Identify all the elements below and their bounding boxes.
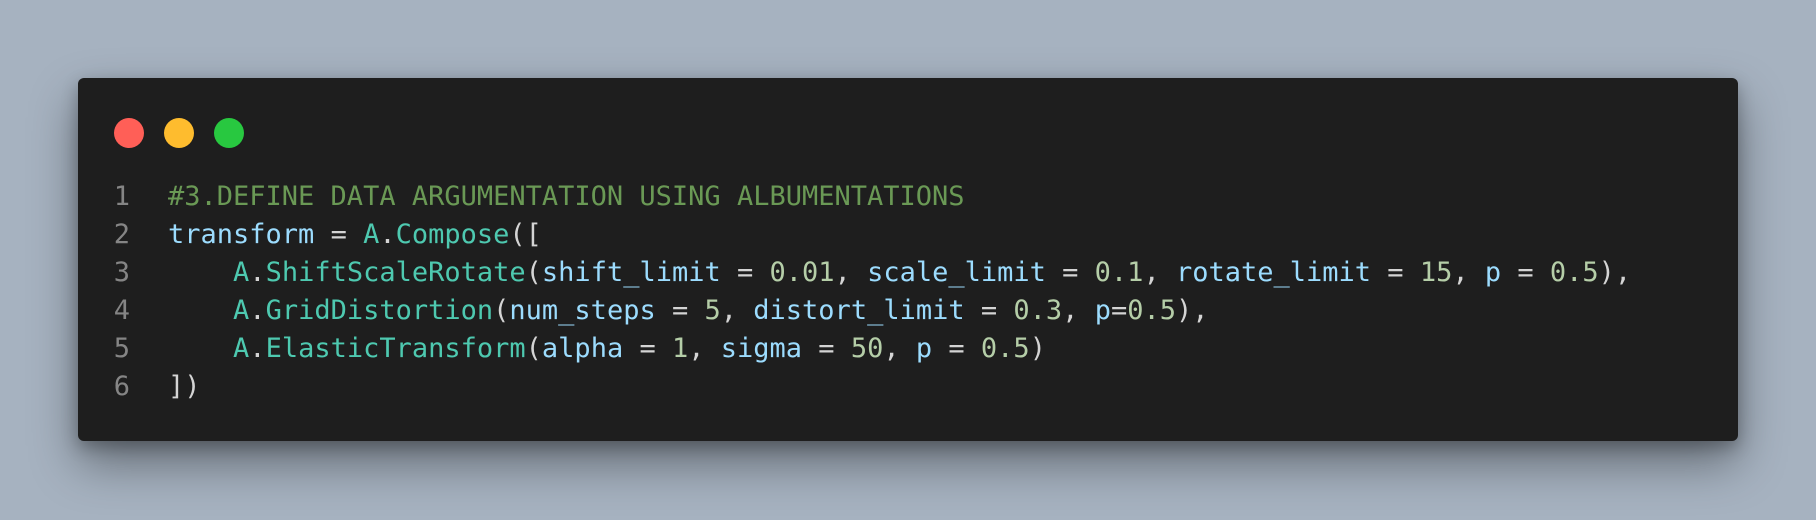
code-line: 6]) bbox=[78, 368, 1631, 406]
code-token: = bbox=[932, 333, 981, 364]
code-token: sigma bbox=[720, 333, 803, 364]
code-token: 0.01 bbox=[769, 257, 835, 288]
window-controls bbox=[114, 118, 264, 148]
code-token: . bbox=[249, 295, 266, 326]
code-token: ([ bbox=[509, 219, 542, 250]
code-line: 2 transform = A.Compose([ bbox=[78, 216, 1631, 254]
code-token: , bbox=[1143, 257, 1176, 288]
code-token: ( bbox=[525, 333, 542, 364]
code-token: rotate_limit bbox=[1175, 257, 1372, 288]
code-token: shift_limit bbox=[541, 257, 721, 288]
code-token: Compose bbox=[395, 219, 510, 250]
code-token: A bbox=[363, 219, 380, 250]
code-token: p bbox=[915, 333, 933, 364]
code-token: 0.5 bbox=[1549, 257, 1599, 288]
line-number: 2 bbox=[113, 219, 130, 250]
code-block: 1 #3.DEFINE DATA ARGUMENTATION USING ALBU… bbox=[78, 178, 1631, 406]
code-token: . bbox=[379, 219, 396, 250]
line-source: A.ShiftScaleRotate(shift_limit = 0.01, s… bbox=[130, 254, 1631, 292]
code-token: = bbox=[1045, 257, 1095, 288]
code-token: ( bbox=[493, 295, 510, 326]
code-token: ]) bbox=[168, 371, 201, 402]
code-token: alpha bbox=[541, 333, 624, 364]
code-token: . bbox=[249, 257, 266, 288]
code-token: 0.5 bbox=[980, 333, 1030, 364]
code-token: A bbox=[233, 257, 250, 288]
code-token: 0.1 bbox=[1094, 257, 1144, 288]
maximize-icon[interactable] bbox=[214, 118, 244, 148]
code-token: , bbox=[1062, 295, 1095, 326]
line-number: 4 bbox=[113, 295, 130, 326]
code-token: A bbox=[233, 333, 250, 364]
code-token: 15 bbox=[1419, 257, 1453, 288]
line-source: ]) bbox=[130, 368, 201, 406]
code-token: ElasticTransform bbox=[265, 333, 526, 364]
code-token: = bbox=[623, 333, 672, 364]
code-token: ( bbox=[525, 257, 542, 288]
code-token: 0.3 bbox=[1013, 295, 1063, 326]
code-token: = bbox=[720, 257, 770, 288]
code-token: 1 bbox=[671, 333, 689, 364]
code-token: = bbox=[964, 295, 1014, 326]
code-line: 4 A.GridDistortion(num_steps = 5, distor… bbox=[78, 292, 1631, 330]
code-token: ), bbox=[1598, 257, 1632, 288]
code-token: ShiftScaleRotate bbox=[265, 257, 526, 288]
line-source: #3.DEFINE DATA ARGUMENTATION USING ALBUM… bbox=[130, 178, 965, 216]
code-token: , bbox=[688, 333, 721, 364]
code-token: 5 bbox=[704, 295, 721, 326]
line-number: 6 bbox=[113, 371, 130, 402]
code-token: scale_limit bbox=[867, 257, 1046, 288]
code-line: 5 A.ElasticTransform(alpha = 1, sigma = … bbox=[78, 330, 1631, 368]
code-token: GridDistortion bbox=[265, 295, 494, 326]
code-line: 1 #3.DEFINE DATA ARGUMENTATION USING ALBU… bbox=[78, 178, 1631, 216]
code-token: , bbox=[720, 295, 754, 326]
code-token: = bbox=[1371, 257, 1420, 288]
code-token: p bbox=[1484, 257, 1502, 288]
code-token: p bbox=[1094, 295, 1111, 326]
code-token: = bbox=[1110, 295, 1128, 326]
code-token: #3.DEFINE DATA ARGUMENTATION USING ALBUM… bbox=[168, 181, 965, 212]
code-token: ) bbox=[1029, 333, 1046, 364]
code-token: = bbox=[1501, 257, 1550, 288]
code-token: transform bbox=[168, 219, 315, 250]
code-token: 50 bbox=[850, 333, 884, 364]
code-token: = bbox=[314, 219, 364, 250]
close-icon[interactable] bbox=[114, 118, 144, 148]
line-source: A.ElasticTransform(alpha = 1, sigma = 50… bbox=[130, 330, 1046, 368]
line-source: transform = A.Compose([ bbox=[130, 216, 542, 254]
code-token: distort_limit bbox=[753, 295, 965, 326]
code-line: 3 A.ShiftScaleRotate(shift_limit = 0.01,… bbox=[78, 254, 1631, 292]
code-token: , bbox=[834, 257, 868, 288]
code-token: 0.5 bbox=[1127, 295, 1176, 326]
code-token: , bbox=[883, 333, 916, 364]
code-token: A bbox=[233, 295, 250, 326]
line-source: A.GridDistortion(num_steps = 5, distort_… bbox=[130, 292, 1209, 330]
code-token: = bbox=[802, 333, 851, 364]
line-number: 3 bbox=[113, 257, 130, 288]
code-token: . bbox=[249, 333, 266, 364]
code-window: 1 #3.DEFINE DATA ARGUMENTATION USING ALBU… bbox=[78, 78, 1738, 441]
code-token: ), bbox=[1176, 295, 1209, 326]
code-token: , bbox=[1452, 257, 1485, 288]
code-token: num_steps bbox=[509, 295, 656, 326]
line-number: 1 bbox=[113, 181, 130, 212]
line-number: 5 bbox=[113, 333, 130, 364]
minimize-icon[interactable] bbox=[164, 118, 194, 148]
code-token: = bbox=[655, 295, 705, 326]
